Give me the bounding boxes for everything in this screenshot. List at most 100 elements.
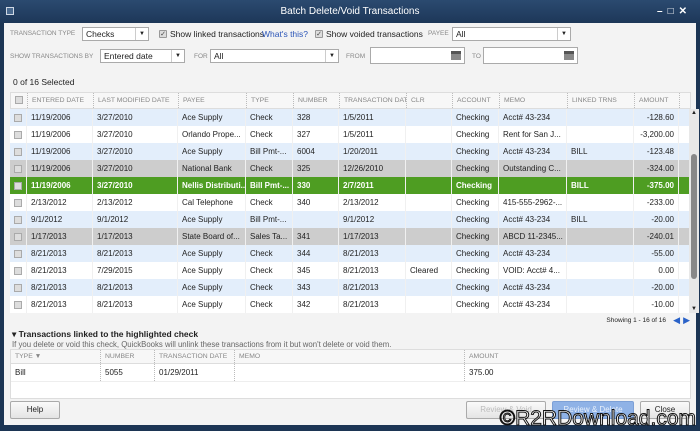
show-by-value: Entered date	[104, 51, 153, 61]
table-row[interactable]: 11/19/2006 3/27/2010 Nellis Distributi... B…	[10, 177, 691, 194]
linked-cell: 5055	[101, 364, 155, 381]
system-menu-icon[interactable]	[6, 7, 14, 15]
linked-column-header[interactable]: MEMO	[235, 350, 465, 363]
table-row[interactable]: 11/19/2006 3/27/2010 Ace Supply Bill Pmt-..…	[10, 143, 691, 160]
linked-row[interactable]: Bill 5055 01/29/2011 375.00	[11, 364, 690, 382]
cell-memo: Acct# 43-234	[499, 211, 567, 228]
row-checkbox[interactable]	[10, 143, 27, 160]
cell-memo: Acct# 43-234	[499, 296, 567, 313]
row-checkbox[interactable]	[10, 126, 27, 143]
show-by-select[interactable]: Entered date ▼	[100, 49, 185, 63]
table-row[interactable]: 1/17/2013 1/17/2013 State Board of... Sales…	[10, 228, 691, 245]
table-row[interactable]: 8/21/2013 8/21/2013 Ace Supply Check 343 8/21…	[10, 279, 691, 296]
table-row[interactable]: 9/1/2012 9/1/2012 Ace Supply Bill Pmt-... 9/…	[10, 211, 691, 228]
linked-column-header[interactable]: TYPE ▼	[11, 350, 101, 363]
cell-account: Checking	[452, 279, 499, 296]
row-checkbox[interactable]	[10, 296, 27, 313]
cell-amount: -3,200.00	[634, 126, 679, 143]
row-checkbox[interactable]	[10, 211, 27, 228]
column-header[interactable]: ACCOUNT	[453, 93, 500, 108]
row-checkbox[interactable]	[10, 177, 27, 194]
cell-last-modified-date: 3/27/2010	[93, 160, 178, 177]
show-voided-checkbox[interactable]: ✓	[315, 30, 323, 38]
cell-clr	[406, 211, 452, 228]
row-checkbox[interactable]	[10, 245, 27, 262]
cell-amount: -128.60	[634, 109, 679, 126]
table-row[interactable]: 8/21/2013 7/29/2015 Ace Supply Check 345 8/21…	[10, 262, 691, 279]
cell-memo: Acct# 43-234	[499, 143, 567, 160]
show-linked-checkbox[interactable]: ✓	[159, 30, 167, 38]
cell-payee: Ace Supply	[178, 262, 246, 279]
cell-number: 345	[293, 262, 339, 279]
row-checkbox[interactable]	[10, 228, 27, 245]
row-checkbox[interactable]	[10, 262, 27, 279]
close-icon[interactable]: ✕	[679, 6, 692, 17]
row-checkbox[interactable]	[10, 109, 27, 126]
column-header[interactable]: PAYEE	[179, 93, 247, 108]
transaction-type-select[interactable]: Checks ▼	[82, 27, 149, 41]
scroll-up-icon[interactable]: ▲	[689, 110, 699, 116]
cell-number: 330	[293, 177, 339, 194]
cell-account: Checking	[452, 160, 499, 177]
select-all-checkbox[interactable]	[11, 93, 28, 108]
table-row[interactable]: 11/19/2006 3/27/2010 Ace Supply Check 328 1/5…	[10, 109, 691, 126]
column-header[interactable]: TYPE	[247, 93, 294, 108]
cell-linked-trns: BILL	[567, 211, 634, 228]
column-header[interactable]: LAST MODIFIED DATE	[94, 93, 179, 108]
prev-page-icon[interactable]: ◀	[673, 315, 680, 326]
table-row[interactable]: 11/19/2006 3/27/2010 National Bank Check 325…	[10, 160, 691, 177]
cell-number: 341	[293, 228, 339, 245]
column-header[interactable]: ENTERED DATE	[28, 93, 94, 108]
next-page-icon[interactable]: ▶	[683, 315, 690, 326]
row-checkbox[interactable]	[10, 160, 27, 177]
linked-column-header[interactable]: NUMBER	[101, 350, 155, 363]
row-checkbox[interactable]	[10, 194, 27, 211]
table-row[interactable]: 8/21/2013 8/21/2013 Ace Supply Check 342 8/21…	[10, 296, 691, 313]
cell-linked-trns	[567, 245, 634, 262]
table-header: ENTERED DATE LAST MODIFIED DATE PAYEE TYPE N…	[10, 92, 691, 109]
table-row[interactable]: 8/21/2013 8/21/2013 Ace Supply Check 344 8/21…	[10, 245, 691, 262]
cell-clr	[406, 279, 452, 296]
linked-section-title: Transactions linked to the highlighted c…	[18, 329, 199, 339]
cell-transaction-date: 2/7/2011	[339, 177, 406, 194]
column-header[interactable]: AMOUNT	[635, 93, 680, 108]
linked-section-toggle[interactable]: ▾ Transactions linked to the highlighted…	[12, 329, 198, 340]
cell-last-modified-date: 3/27/2010	[93, 177, 178, 194]
cell-type: Check	[246, 109, 293, 126]
cell-type: Check	[246, 296, 293, 313]
scrollbar[interactable]: ▲ ▼	[689, 109, 699, 313]
selected-count: 0 of 16 Selected	[13, 77, 75, 87]
cell-transaction-date: 2/13/2012	[339, 194, 406, 211]
cell-payee: Orlando Prope...	[178, 126, 246, 143]
column-header[interactable]: CLR	[407, 93, 453, 108]
linked-column-header[interactable]: AMOUNT	[465, 350, 690, 363]
calendar-icon[interactable]	[451, 51, 461, 60]
minimize-icon[interactable]: –	[657, 6, 668, 17]
payee-select[interactable]: All ▼	[452, 27, 571, 41]
row-checkbox[interactable]	[10, 279, 27, 296]
for-select[interactable]: All ▼	[210, 49, 339, 63]
linked-column-header[interactable]: TRANSACTION DATE	[155, 350, 235, 363]
whats-this-link[interactable]: What's this?	[262, 29, 308, 39]
to-date-input[interactable]	[483, 47, 578, 64]
cell-payee: Ace Supply	[178, 279, 246, 296]
column-header[interactable]: MEMO	[500, 93, 568, 108]
cell-amount: -55.00	[634, 245, 679, 262]
from-date-input[interactable]	[370, 47, 465, 64]
cell-last-modified-date: 8/21/2013	[93, 296, 178, 313]
help-button[interactable]: Help	[10, 401, 60, 419]
cell-transaction-date: 9/1/2012	[339, 211, 406, 228]
table-row[interactable]: 11/19/2006 3/27/2010 Orlando Prope... Check…	[10, 126, 691, 143]
cell-entered-date: 11/19/2006	[27, 177, 93, 194]
column-header[interactable]: LINKED TRNS	[568, 93, 635, 108]
table-row[interactable]: 2/13/2012 2/13/2012 Cal Telephone Check 340 2…	[10, 194, 691, 211]
payee-value: All	[456, 29, 466, 39]
column-header[interactable]: TRANSACTION DATE	[340, 93, 407, 108]
calendar-icon[interactable]	[564, 51, 574, 60]
cell-type: Sales Ta...	[246, 228, 293, 245]
column-header[interactable]: NUMBER	[294, 93, 340, 108]
scroll-down-icon[interactable]: ▼	[689, 306, 699, 312]
scrollbar-thumb[interactable]	[691, 154, 697, 279]
cell-payee: Nellis Distributi...	[178, 177, 246, 194]
maximize-icon[interactable]: □	[668, 6, 679, 17]
